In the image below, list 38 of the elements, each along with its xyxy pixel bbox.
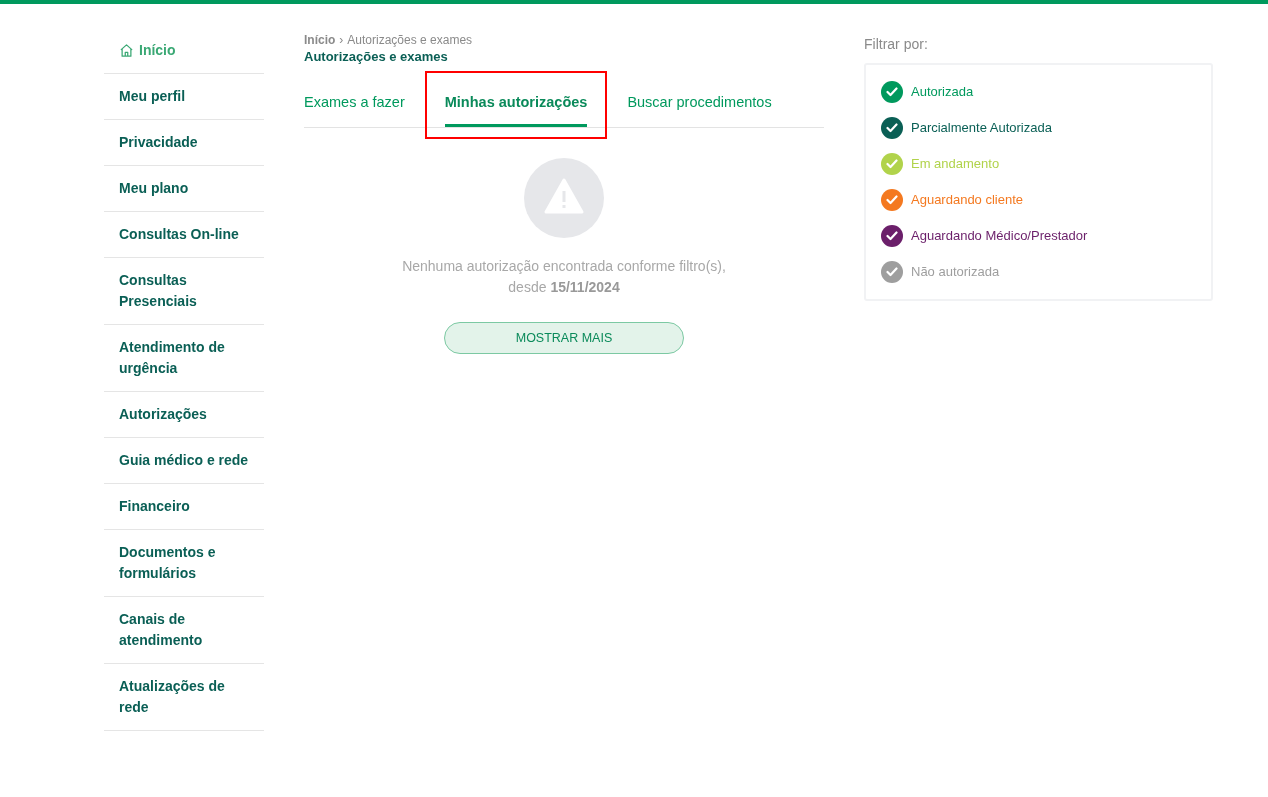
home-icon — [119, 43, 134, 58]
checkbox[interactable] — [881, 153, 903, 175]
tab[interactable]: Buscar procedimentos — [627, 92, 772, 127]
breadcrumb-link[interactable]: Autorizações e exames — [347, 32, 473, 48]
checkbox[interactable] — [881, 117, 903, 139]
sidebar-item[interactable]: Consultas Presenciais — [104, 258, 264, 325]
page-title: Autorizações e exames — [304, 48, 449, 66]
checkbox[interactable] — [881, 261, 903, 283]
sidebar-item[interactable]: Atualizações de rede — [104, 664, 264, 731]
check-icon — [886, 123, 898, 133]
sidebar-item[interactable]: Meu plano — [104, 166, 264, 212]
sidebar-item[interactable]: Privacidade — [104, 120, 264, 166]
sidebar-item[interactable]: Meu perfil — [104, 74, 264, 120]
breadcrumb-separator: › — [339, 32, 344, 48]
sidebar-item[interactable]: Canais de atendimento — [104, 597, 264, 664]
sidebar-item[interactable]: Consultas On-line — [104, 212, 264, 258]
sidebar-item[interactable]: Financeiro — [104, 484, 264, 530]
filter-title: Filtrar por: — [864, 35, 929, 54]
checkbox[interactable] — [881, 225, 903, 247]
warning-icon — [524, 158, 604, 238]
filter-label[interactable]: Autorizada — [911, 82, 974, 102]
filter-label[interactable]: Aguardando Médico/Prestador — [911, 226, 1088, 246]
sidebar-item[interactable]: Atendimento de urgência — [104, 325, 264, 392]
check-icon — [886, 231, 898, 241]
sidebar-item[interactable]: Guia médico e rede — [104, 438, 264, 484]
show-more-button[interactable]: MOSTRAR MAIS — [444, 322, 684, 354]
checkbox[interactable] — [881, 189, 903, 211]
check-icon — [886, 267, 898, 277]
sidebar-item[interactable]: Documentos e formulários — [104, 530, 264, 597]
check-icon — [886, 195, 898, 205]
tab[interactable]: Exames a fazer — [304, 92, 405, 127]
checkbox[interactable] — [881, 81, 903, 103]
tab[interactable]: Minhas autorizações — [444, 92, 588, 127]
check-icon — [886, 87, 898, 97]
empty-message: Nenhuma autorização encontrada conforme filtro(s), desde 15/11/2024 — [401, 257, 727, 297]
sidebar-item[interactable]: Autorizações — [104, 392, 264, 438]
filter-label[interactable]: Parcialmente Autorizada — [911, 118, 1052, 138]
check-icon — [886, 159, 898, 169]
